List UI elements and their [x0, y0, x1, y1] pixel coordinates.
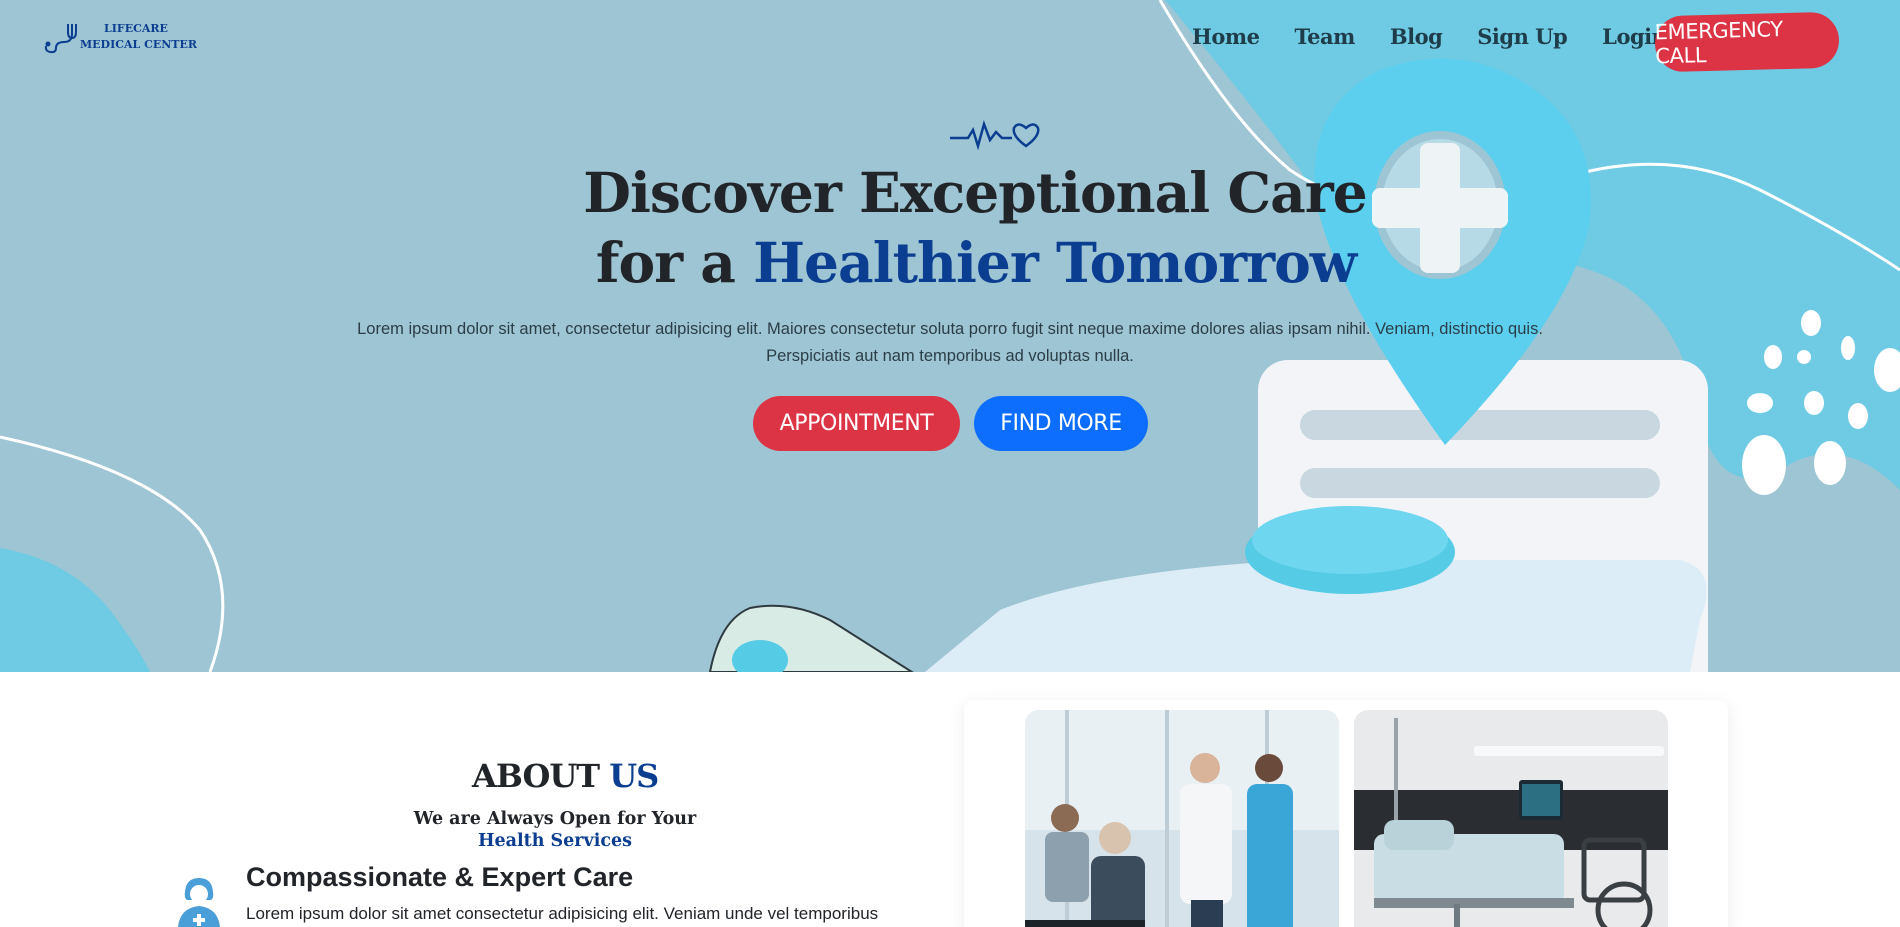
about-title-highlight: US	[609, 757, 659, 795]
brand-line2: MEDICAL CENTER	[80, 38, 198, 51]
brand-name: LIFECARE MEDICAL CENTER	[80, 21, 197, 53]
emergency-call-button[interactable]: EMERGENCY CALL	[1654, 11, 1840, 73]
headline-highlight: Healthier Tomorrow	[753, 230, 1357, 295]
hospital-room-photo	[1354, 710, 1668, 927]
about-title: ABOUT US	[472, 757, 659, 795]
feature-title: Compassionate & Expert Care	[246, 862, 634, 892]
appointment-button[interactable]: APPOINTMENT	[753, 396, 960, 451]
brand-line1: LIFECARE	[104, 22, 168, 35]
nav-sign-up[interactable]: Sign Up	[1477, 24, 1567, 49]
stethoscope-icon	[44, 24, 77, 54]
nav-blog[interactable]: Blog	[1390, 24, 1443, 49]
nav-team[interactable]: Team	[1294, 24, 1355, 49]
about-title-main: ABOUT	[472, 757, 600, 795]
find-more-button[interactable]: FIND MORE	[974, 396, 1148, 451]
nav-home[interactable]: Home	[1192, 24, 1260, 49]
about-subtitle: We are Always Open for Your Health Servi…	[400, 808, 710, 852]
doctors-with-patient-photo	[1025, 710, 1339, 927]
headline-line2: for a Healthier Tomorrow	[0, 228, 1900, 298]
hero-description: Lorem ipsum dolor sit amet, consectetur …	[357, 320, 1543, 365]
pill-illustration	[708, 604, 914, 672]
feature-description: Lorem ipsum dolor sit amet consectetur a…	[246, 904, 879, 923]
headline-prefix: for a	[595, 230, 754, 295]
hero-section: LIFECARE MEDICAL CENTER Home Team Blog S…	[0, 0, 1900, 672]
about-subtitle-line1: We are Always Open for Your	[413, 809, 697, 829]
headline-line1: Discover Exceptional Care	[583, 160, 1367, 225]
about-subtitle-line2: Health Services	[477, 831, 632, 851]
hero-headline: Discover Exceptional Care for a Healthie…	[0, 158, 1900, 298]
heartbeat-icon	[950, 119, 1040, 151]
main-nav: Home Team Blog Sign Up Login EMERGENCY C…	[1192, 11, 1840, 73]
brand-logo[interactable]: LIFECARE MEDICAL CENTER	[44, 20, 197, 54]
nurse-icon	[178, 878, 220, 927]
